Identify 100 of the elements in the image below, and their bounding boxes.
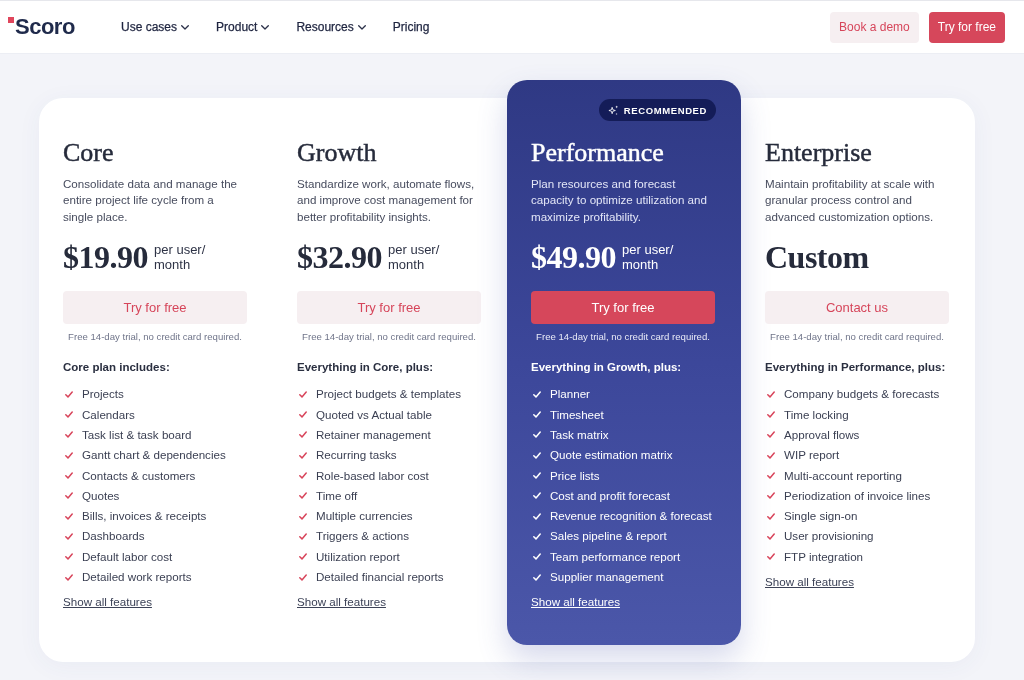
check-icon xyxy=(299,451,307,459)
feature-item: Calendars xyxy=(82,406,135,423)
chevron-down-icon xyxy=(261,24,270,30)
feature-item: Dashboards xyxy=(82,528,145,545)
check-icon xyxy=(299,512,307,520)
check-icon xyxy=(767,451,775,459)
feature-item: Role-based labor cost xyxy=(316,467,429,484)
show-all-features-link[interactable]: Show all features xyxy=(765,573,854,590)
check-icon xyxy=(767,472,775,480)
feature-item: Projects xyxy=(82,386,124,403)
feature-item: WIP report xyxy=(784,447,840,464)
feature-item: Recurring tasks xyxy=(316,447,397,464)
feature-item: Triggers & actions xyxy=(316,528,409,545)
feature-item: Time locking xyxy=(784,406,849,423)
check-icon xyxy=(767,492,775,500)
feature-item: Sales pipeline & report xyxy=(550,528,667,545)
check-icon xyxy=(533,411,541,419)
price-unit: per user/ month xyxy=(388,242,441,273)
feature-item: Revenue recognition & forecast xyxy=(550,508,712,525)
features-heading: Everything in Core, plus: xyxy=(297,360,434,376)
check-icon xyxy=(299,431,307,439)
feature-item: Bills, invoices & receipts xyxy=(82,508,207,525)
trial-note: Free 14-day trial, no credit card required. xyxy=(67,330,243,345)
features-heading: Core plan includes: xyxy=(63,360,170,376)
feature-item: Multiple currencies xyxy=(316,508,413,525)
price-unit: per user/ month xyxy=(154,242,207,273)
feature-item: FTP integration xyxy=(784,548,864,565)
check-icon xyxy=(65,492,73,500)
feature-item: Price lists xyxy=(550,467,600,484)
check-icon xyxy=(533,553,541,561)
header-button[interactable]: Try for free xyxy=(928,11,1005,43)
feature-item: Company budgets & forecasts xyxy=(784,386,940,403)
feature-item: Task list & task board xyxy=(82,426,192,443)
chevron-down-icon xyxy=(357,24,366,30)
check-icon xyxy=(299,492,307,500)
check-icon xyxy=(767,411,775,419)
feature-item: Quotes xyxy=(82,487,120,504)
logo[interactable]: Scoro xyxy=(15,14,75,40)
plan-cta-button[interactable]: Try for free xyxy=(531,291,715,325)
plan-description: Maintain profitability at scale with granular process control and advanced customization options. xyxy=(765,176,936,225)
plan-description: Standardize work, automate flows, and improve cost management for better profitability insights. xyxy=(297,176,476,225)
feature-item: Gantt chart & dependencies xyxy=(82,447,226,464)
check-icon xyxy=(533,512,541,520)
show-all-features-link[interactable]: Show all features xyxy=(531,594,620,611)
check-icon xyxy=(299,553,307,561)
check-icon xyxy=(533,532,541,540)
plan-cta-button[interactable]: Contact us xyxy=(765,291,949,325)
check-icon xyxy=(767,431,775,439)
chevron-down-icon xyxy=(181,24,190,30)
feature-item: Utilization report xyxy=(316,548,400,565)
check-icon xyxy=(299,390,307,398)
check-icon xyxy=(65,390,73,398)
feature-item: Default labor cost xyxy=(82,548,173,565)
check-icon xyxy=(65,411,73,419)
features-heading: Everything in Growth, plus: xyxy=(531,360,682,376)
price: $49.90 xyxy=(531,239,616,276)
check-icon xyxy=(65,573,73,581)
check-icon xyxy=(767,390,775,398)
price: Custom xyxy=(765,239,869,276)
check-icon xyxy=(533,451,541,459)
feature-item: Supplier management xyxy=(550,569,664,586)
feature-item: Retainer management xyxy=(316,426,431,443)
plan-name: Growth xyxy=(297,138,378,168)
feature-item: Cost and profit forecast xyxy=(550,487,670,504)
feature-item: Single sign-on xyxy=(784,508,858,525)
price: $19.90 xyxy=(63,239,148,276)
check-icon xyxy=(65,512,73,520)
sparkle-icon xyxy=(607,104,619,116)
show-all-features-link[interactable]: Show all features xyxy=(297,594,386,611)
check-icon xyxy=(65,532,73,540)
nav-link[interactable]: Product xyxy=(216,20,270,34)
nav-link[interactable]: Resources xyxy=(296,20,366,34)
check-icon xyxy=(65,431,73,439)
plan-cta-button[interactable]: Try for free xyxy=(297,291,481,325)
check-icon xyxy=(767,553,775,561)
check-icon xyxy=(533,472,541,480)
nav-link[interactable]: Use cases xyxy=(121,20,190,34)
feature-item: Team performance report xyxy=(550,548,681,565)
plan-name: Core xyxy=(63,138,115,168)
check-icon xyxy=(767,532,775,540)
check-icon xyxy=(533,431,541,439)
feature-item: Planner xyxy=(550,386,590,403)
check-icon xyxy=(299,472,307,480)
check-icon xyxy=(65,553,73,561)
feature-item: Quoted vs Actual table xyxy=(316,406,432,423)
check-icon xyxy=(299,411,307,419)
show-all-features-link[interactable]: Show all features xyxy=(63,594,152,611)
feature-item: Time off xyxy=(316,487,358,504)
check-icon xyxy=(533,390,541,398)
nav-link[interactable]: Pricing xyxy=(392,20,430,34)
plan-cta-button[interactable]: Try for free xyxy=(63,291,247,325)
plan-name: Enterprise xyxy=(765,138,873,168)
trial-note: Free 14-day trial, no credit card required. xyxy=(535,330,711,345)
feature-item: Detailed work reports xyxy=(82,569,192,586)
feature-item: Quote estimation matrix xyxy=(550,447,673,464)
check-icon xyxy=(65,451,73,459)
header-button[interactable]: Book a demo xyxy=(830,11,919,43)
check-icon xyxy=(533,573,541,581)
trial-note: Free 14-day trial, no credit card required. xyxy=(769,330,945,345)
price: $32.90 xyxy=(297,239,382,276)
